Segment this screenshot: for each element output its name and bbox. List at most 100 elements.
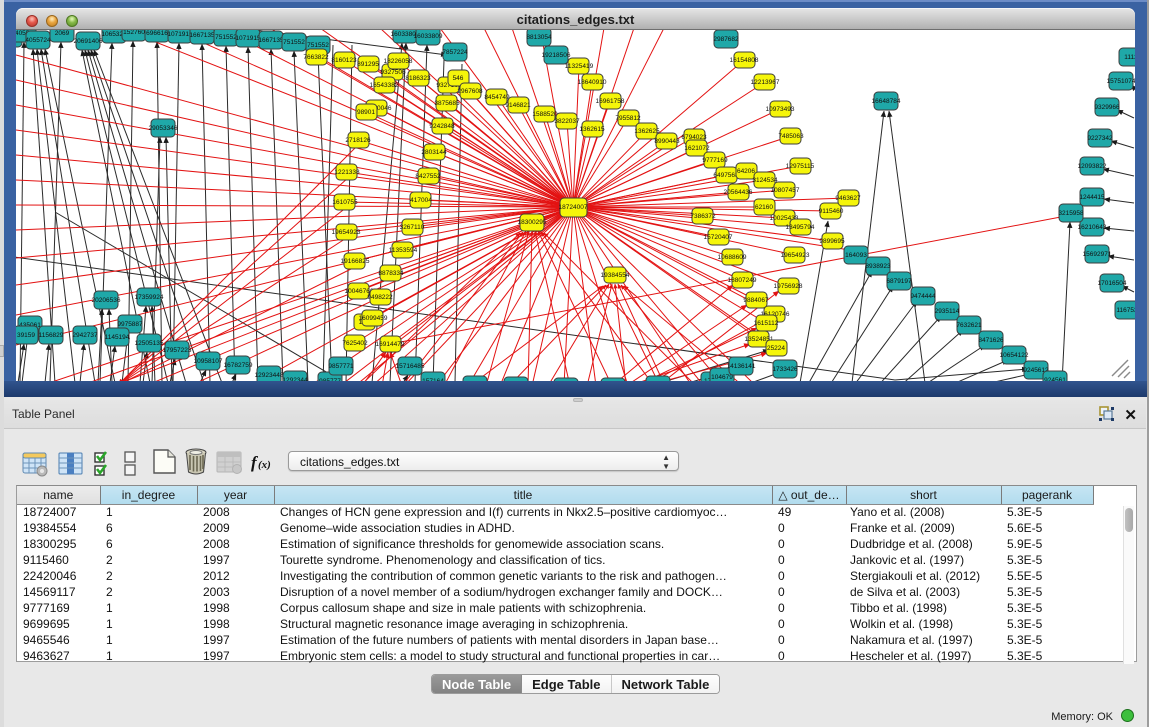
svg-text:10688609: 10688609 (718, 254, 747, 261)
svg-text:9463627: 9463627 (835, 195, 861, 202)
svg-text:1667135: 1667135 (258, 37, 284, 44)
svg-text:10973493: 10973493 (766, 106, 795, 113)
svg-text:1667135: 1667135 (189, 32, 215, 39)
svg-text:3822037: 3822037 (554, 118, 580, 125)
svg-text:1615112: 1615112 (754, 320, 779, 327)
svg-text:14136141: 14136141 (727, 363, 756, 370)
svg-text:12505135: 12505135 (135, 340, 164, 347)
svg-text:15720407: 15720407 (704, 234, 733, 241)
svg-text:19384554: 19384554 (601, 272, 630, 279)
svg-text:18226058: 18226058 (384, 58, 413, 65)
svg-text:2718126: 2718126 (345, 137, 371, 144)
svg-text:16154808: 16154808 (730, 57, 759, 64)
svg-text:104679: 104679 (711, 374, 733, 381)
svg-text:13495794: 13495794 (786, 224, 815, 231)
svg-text:16543382: 16543382 (370, 82, 399, 89)
svg-text:2069: 2069 (55, 30, 70, 37)
svg-text:11325419: 11325419 (565, 63, 594, 70)
svg-text:9242848: 9242848 (429, 123, 455, 130)
svg-text:(x): (x) (258, 459, 271, 471)
svg-text:751552: 751552 (283, 39, 305, 46)
svg-text:9227342: 9227342 (1087, 135, 1113, 142)
svg-text:7386372: 7386372 (690, 213, 716, 220)
svg-text:3267110: 3267110 (400, 224, 425, 231)
svg-text:9115460: 9115460 (819, 208, 844, 215)
svg-text:19756928: 19756928 (774, 283, 803, 290)
svg-text:20691406: 20691406 (74, 38, 103, 45)
svg-text:12093822: 12093822 (1078, 163, 1107, 170)
svg-text:6879197: 6879197 (886, 278, 912, 285)
svg-text:1610755: 1610755 (332, 199, 358, 206)
svg-text:17957223: 17957223 (163, 347, 192, 354)
svg-text:16033809: 16033809 (414, 33, 443, 40)
svg-text:20206536: 20206536 (92, 297, 121, 304)
svg-text:8160123: 8160123 (331, 57, 357, 64)
svg-text:18640910: 18640910 (578, 79, 607, 86)
svg-text:8990443: 8990443 (654, 138, 680, 145)
svg-text:1588520: 1588520 (532, 111, 558, 118)
svg-text:62160: 62160 (755, 204, 773, 211)
svg-text:15692971: 15692971 (1083, 251, 1112, 258)
svg-text:9327506: 9327506 (380, 69, 406, 76)
svg-text:12923448: 12923448 (255, 372, 284, 379)
svg-text:9146821: 9146821 (505, 102, 531, 109)
svg-text:16099459: 16099459 (359, 315, 388, 322)
svg-text:7663822: 7663822 (303, 54, 329, 61)
svg-text:164093: 164093 (845, 252, 867, 259)
svg-text:9498222: 9498222 (367, 294, 393, 301)
svg-text:3875685: 3875685 (434, 100, 460, 107)
svg-text:8938923: 8938923 (865, 263, 891, 270)
svg-text:1292344: 1292344 (282, 377, 308, 381)
svg-text:8878334: 8878334 (378, 270, 404, 277)
svg-text:17359924: 17359924 (135, 294, 164, 301)
svg-text:751552: 751552 (215, 34, 237, 41)
svg-text:8471626: 8471626 (978, 337, 1004, 344)
svg-text:9474444: 9474444 (910, 293, 936, 300)
svg-text:8186323: 8186323 (405, 75, 431, 82)
svg-text:12975115: 12975115 (786, 163, 815, 170)
svg-text:10807457: 10807457 (771, 187, 800, 194)
svg-text:10958107: 10958107 (194, 358, 223, 365)
svg-text:1733426: 1733426 (772, 366, 798, 373)
svg-text:1071915: 1071915 (235, 35, 261, 42)
svg-text:4055724: 4055724 (25, 37, 51, 44)
svg-text:9329966: 9329966 (1094, 104, 1120, 111)
svg-text:19166825: 19166825 (341, 258, 370, 265)
svg-text:18807249: 18807249 (728, 277, 757, 284)
svg-text:1621072: 1621072 (684, 145, 710, 152)
svg-text:16782759: 16782759 (224, 362, 253, 369)
svg-text:9857771: 9857771 (328, 363, 354, 370)
svg-text:19218506: 19218506 (542, 52, 571, 59)
svg-text:19654923: 19654923 (332, 229, 361, 236)
svg-text:16210643: 16210643 (1078, 224, 1107, 231)
svg-text:6497568: 6497568 (713, 172, 739, 179)
svg-text:985777: 985777 (319, 378, 341, 381)
svg-text:2987682: 2987682 (713, 36, 739, 43)
svg-text:15751074: 15751074 (1107, 78, 1135, 85)
svg-text:2935114: 2935114 (935, 308, 960, 315)
svg-text:546: 546 (453, 75, 464, 82)
svg-text:98901: 98901 (357, 109, 375, 116)
svg-text:1221338: 1221338 (334, 169, 360, 176)
svg-text:9777169: 9777169 (702, 157, 728, 164)
svg-text:64206: 64206 (737, 168, 755, 175)
svg-text:7625402: 7625402 (342, 340, 368, 347)
svg-text:116753: 116753 (1116, 307, 1135, 314)
svg-text:751552: 751552 (307, 42, 329, 49)
svg-text:2803144: 2803144 (421, 149, 447, 156)
svg-text:7955812: 7955812 (615, 115, 641, 122)
svg-text:7632621: 7632621 (956, 322, 982, 329)
svg-text:7485063: 7485063 (778, 133, 804, 140)
svg-text:16961758: 16961758 (596, 98, 625, 105)
svg-text:9899695: 9899695 (819, 238, 845, 245)
svg-text:3124534: 3124534 (752, 177, 778, 184)
svg-text:1112: 1112 (1124, 54, 1135, 61)
svg-text:157164: 157164 (422, 378, 444, 381)
svg-text:891295: 891295 (357, 61, 379, 68)
svg-text:18724007: 18724007 (559, 204, 588, 211)
svg-text:8813054: 8813054 (526, 34, 552, 41)
svg-text:696616: 696616 (146, 30, 168, 37)
svg-text:2967608: 2967608 (457, 88, 483, 95)
svg-text:417004: 417004 (410, 197, 432, 204)
svg-text:152760: 152760 (123, 30, 145, 36)
